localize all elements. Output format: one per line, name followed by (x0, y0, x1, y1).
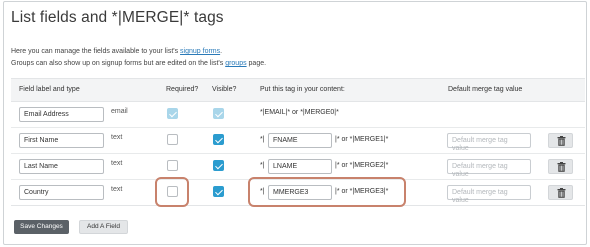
field-type: text (111, 160, 123, 167)
add-field-button[interactable]: Add A Field (79, 220, 128, 234)
required-checkbox[interactable] (167, 134, 178, 145)
visible-checkbox[interactable] (213, 160, 224, 171)
trash-icon (557, 162, 566, 172)
merge-tag-prefix: *| (260, 162, 265, 169)
header-default: Default merge tag value (448, 86, 523, 93)
description-line-1: Here you can manage the fields available… (11, 46, 266, 58)
visible-checkbox (213, 108, 224, 119)
merge-tag-input[interactable]: FNAME (268, 133, 332, 148)
description-text: page. (246, 60, 267, 67)
header-field-label: Field label and type (19, 86, 80, 93)
signup-forms-link[interactable]: signup forms (180, 48, 220, 55)
default-value-input[interactable]: Default merge tag value (447, 185, 531, 204)
delete-field-button[interactable] (548, 159, 573, 174)
merge-tag-input[interactable]: LNAME (268, 159, 332, 174)
description-text: Groups can also show up on signup forms … (11, 60, 226, 67)
save-changes-button[interactable]: Save Changes (14, 220, 69, 234)
field-label-input[interactable]: Email Address (19, 107, 104, 122)
merge-tag-text: *|EMAIL|* or *|MERGE0|* (260, 109, 339, 116)
groups-link[interactable]: groups (225, 60, 246, 67)
field-label-input[interactable]: Country (19, 185, 104, 200)
visible-checkbox[interactable] (213, 134, 224, 145)
description-text: . (220, 48, 223, 55)
merge-tag-prefix: *| (260, 136, 265, 143)
trash-icon (557, 188, 566, 198)
field-type: text (111, 134, 123, 141)
description-text: Here you can manage the fields available… (11, 48, 181, 55)
description-line-2: Groups can also show up on signup forms … (11, 58, 266, 70)
table-header: Field label and type Required? Visible? … (11, 79, 585, 102)
required-highlight-box (155, 177, 189, 207)
visible-checkbox[interactable] (213, 186, 224, 197)
description: Here you can manage the fields available… (11, 46, 266, 70)
trash-icon (557, 136, 566, 146)
merge-tag-highlight-box (248, 177, 406, 207)
required-checkbox (167, 108, 178, 119)
merge-tag-suffix: |* or *|MERGE2|* (335, 162, 389, 169)
default-value-input[interactable]: Default merge tag value (447, 159, 531, 178)
delete-field-button[interactable] (548, 133, 573, 148)
field-label-input[interactable]: Last Name (19, 159, 104, 174)
header-required: Required? (166, 86, 199, 93)
default-value-input[interactable]: Default merge tag value (447, 133, 531, 152)
field-type: text (111, 186, 123, 193)
required-checkbox[interactable] (167, 160, 178, 171)
header-tag: Put this tag in your content: (260, 86, 345, 93)
field-type: email (111, 108, 128, 115)
merge-tag-suffix: |* or *|MERGE1|* (335, 136, 389, 143)
merge-fields-panel: List fields and *|MERGE|* tags Here you … (3, 1, 587, 245)
page-title: List fields and *|MERGE|* tags (11, 9, 224, 26)
table-row: Email Address email *|EMAIL|* or *|MERGE… (11, 102, 585, 128)
delete-field-button[interactable] (548, 185, 573, 200)
header-visible: Visible? (212, 86, 237, 93)
table-row: First Name text *| FNAME |* or *|MERGE1|… (11, 128, 585, 154)
field-label-input[interactable]: First Name (19, 133, 104, 148)
